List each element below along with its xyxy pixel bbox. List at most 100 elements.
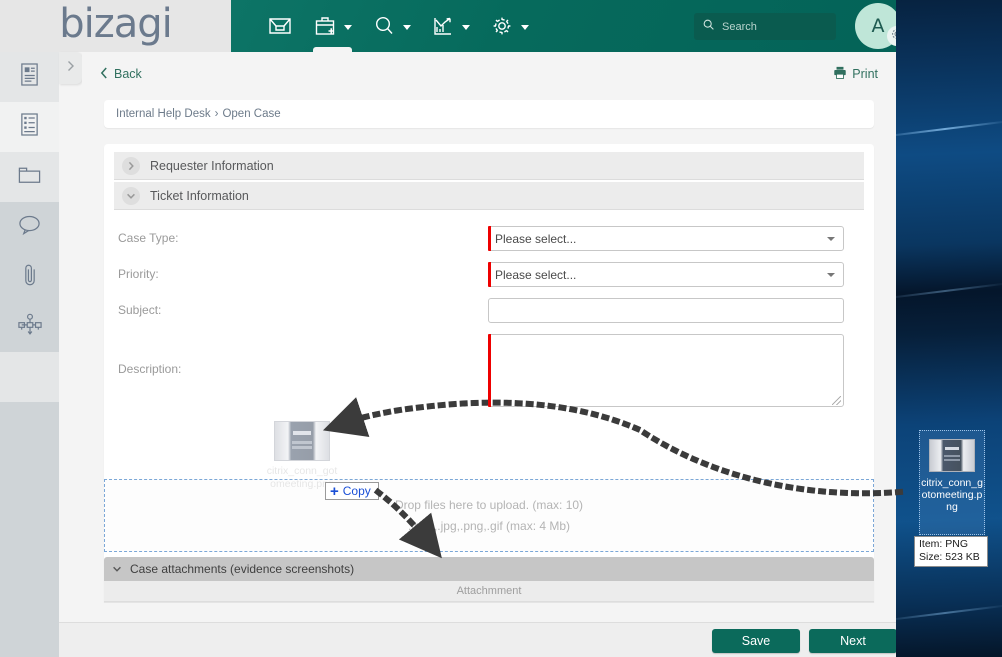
comment-icon xyxy=(17,213,42,241)
field-row-description: Description: xyxy=(104,334,874,407)
column-header-attachment: Attachmment xyxy=(456,585,522,597)
brand-logo-text: bizagi xyxy=(59,1,173,47)
ticket-information-form: Case Type: Please select... Priority: Pl… xyxy=(104,212,874,407)
chevron-down-icon[interactable] xyxy=(122,186,140,205)
save-button[interactable]: Save xyxy=(712,629,800,653)
attachments-column-header: Attachmment xyxy=(104,581,874,602)
form-icon xyxy=(19,112,40,142)
sidebar-item-case-summary[interactable] xyxy=(0,52,59,102)
desktop-file-thumbnail xyxy=(929,439,975,472)
avatar-initial: A xyxy=(871,15,885,37)
bizagi-work-portal-window: bizagi Search A Back Print Internal Help… xyxy=(0,0,896,657)
nav-item-analytics[interactable] xyxy=(425,0,476,52)
chevron-down-icon xyxy=(827,272,835,277)
case-type-select[interactable]: Please select... xyxy=(488,226,844,251)
chevron-down-icon xyxy=(403,25,411,30)
back-button[interactable]: Back xyxy=(100,67,142,82)
subject-field-wrap xyxy=(488,298,862,323)
priority-select[interactable]: Please select... xyxy=(488,262,844,287)
section-title: Requester Information xyxy=(150,158,274,173)
plus-icon: + xyxy=(330,482,339,500)
breadcrumb-root[interactable]: Internal Help Desk xyxy=(116,108,211,120)
chevron-right-icon xyxy=(66,59,75,77)
attachments-title: Case attachments (evidence screenshots) xyxy=(130,562,355,576)
new-case-icon xyxy=(313,14,337,38)
paperclip-icon xyxy=(20,262,40,293)
tooltip-item-size: Size: 523 KB xyxy=(919,551,980,563)
sidebar-item-attachments[interactable] xyxy=(0,252,59,302)
priority-field-wrap: Please select... xyxy=(488,262,862,287)
copy-label: Copy xyxy=(342,484,371,498)
breadcrumb: Internal Help Desk › Open Case xyxy=(104,100,874,128)
rail-background-fill xyxy=(0,402,59,657)
section-title: Ticket Information xyxy=(150,188,249,203)
nav-item-inbox[interactable] xyxy=(261,0,299,52)
case-type-field-wrap: Please select... xyxy=(488,226,862,251)
field-row-priority: Priority: Please select... xyxy=(104,262,874,287)
left-icon-rail xyxy=(0,52,59,657)
section-ticket-information[interactable]: Ticket Information xyxy=(114,182,864,210)
process-flow-icon xyxy=(17,313,43,342)
footer-spacer xyxy=(59,603,896,622)
file-dropzone[interactable]: Drop files here to upload. (max: 10) .jp… xyxy=(104,479,874,552)
folder-icon xyxy=(17,164,42,191)
required-indicator xyxy=(488,226,491,251)
chevron-down-icon xyxy=(521,25,529,30)
chevron-down-icon[interactable] xyxy=(112,560,122,578)
description-textarea[interactable] xyxy=(488,334,844,407)
sidebar-item-comments[interactable] xyxy=(0,202,59,252)
chevron-down-icon xyxy=(827,236,835,241)
chevron-left-icon xyxy=(100,67,108,82)
expand-rail-button[interactable] xyxy=(59,52,82,84)
printer-icon xyxy=(833,66,852,82)
search-input[interactable]: Search xyxy=(694,13,836,40)
search-placeholder: Search xyxy=(722,20,757,33)
form-footer: Save Next xyxy=(59,622,896,657)
section-requester-information[interactable]: Requester Information xyxy=(114,152,864,180)
description-field-wrap xyxy=(488,334,862,407)
attachments-header[interactable]: Case attachments (evidence screenshots) xyxy=(104,557,874,581)
analytics-icon xyxy=(431,14,455,38)
sidebar-item-forms[interactable] xyxy=(0,102,59,152)
sidebar-item-documents[interactable] xyxy=(0,152,59,202)
field-row-case-type: Case Type: Please select... xyxy=(104,226,874,251)
brand-logo[interactable]: bizagi xyxy=(0,0,231,52)
drag-ghost-thumbnail xyxy=(274,421,330,461)
chevron-down-icon xyxy=(344,25,352,30)
case-type-value: Please select... xyxy=(495,231,577,246)
subject-label: Subject: xyxy=(118,303,162,317)
desktop-file-tooltip: Item: PNG Size: 523 KB xyxy=(914,536,988,567)
back-label: Back xyxy=(114,67,142,81)
priority-label: Priority: xyxy=(118,267,159,281)
description-label: Description: xyxy=(118,362,182,376)
sidebar-item-process[interactable] xyxy=(0,302,59,352)
resize-handle[interactable] xyxy=(832,396,841,405)
gear-icon xyxy=(490,14,514,38)
nav-item-new-case[interactable] xyxy=(307,0,358,52)
case-type-label: Case Type: xyxy=(118,231,179,245)
inbox-icon xyxy=(267,14,293,38)
chevron-right-icon[interactable] xyxy=(122,156,140,175)
print-button[interactable]: Print xyxy=(833,66,878,82)
content-toolbar: Back Print xyxy=(82,52,896,96)
print-label: Print xyxy=(852,67,878,81)
dropzone-line-1: Drop files here to upload. (max: 10) xyxy=(394,497,584,512)
subject-input[interactable] xyxy=(488,298,844,323)
chevron-down-icon xyxy=(462,25,470,30)
search-icon xyxy=(702,18,715,36)
required-indicator xyxy=(488,334,491,407)
top-nav: Search A xyxy=(231,0,896,52)
nav-item-search[interactable] xyxy=(366,0,417,52)
next-button[interactable]: Next xyxy=(809,629,896,653)
tooltip-item-type: Item: PNG xyxy=(919,538,969,550)
search-icon xyxy=(372,14,396,38)
dropzone-line-2: .jpeg,.jpg,.png,.gif (max: 4 Mb) xyxy=(407,518,571,533)
field-row-subject: Subject: xyxy=(104,298,874,323)
desktop-file-icon[interactable]: citrix_conn_gotomeeting.png xyxy=(919,430,985,535)
nav-item-admin[interactable] xyxy=(484,0,535,52)
screen: bizagi Search A Back Print Internal Help… xyxy=(0,0,1002,657)
case-summary-icon xyxy=(19,62,40,92)
required-indicator xyxy=(488,262,491,287)
drag-copy-tooltip: + Copy xyxy=(325,482,379,500)
main-content: Back Print Internal Help Desk › Open Cas… xyxy=(82,52,896,655)
